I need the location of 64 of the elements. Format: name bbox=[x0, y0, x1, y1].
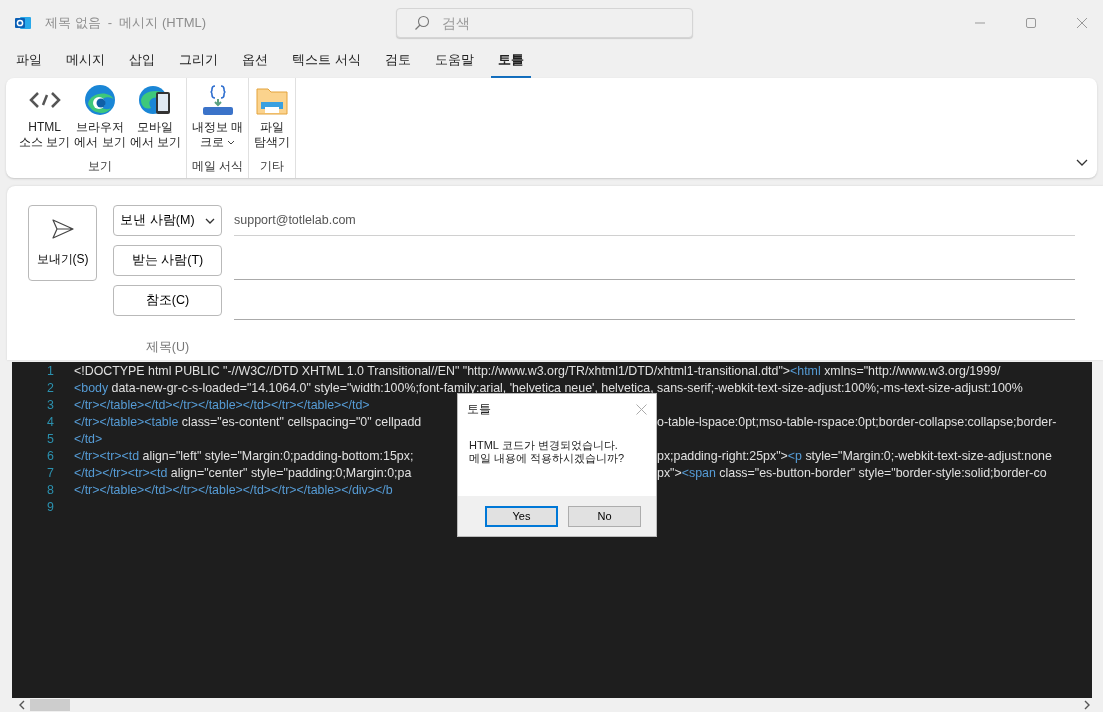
code-text: </tr></table><table class="es-content" cellspacing="0" cellpadd bbox=[74, 414, 423, 431]
dialog-button[interactable]: No bbox=[568, 505, 641, 527]
app-logo-icon bbox=[15, 14, 31, 31]
line-number: 7 bbox=[46, 465, 54, 482]
line-number: 3 bbox=[46, 397, 54, 414]
line-number: 1 bbox=[46, 363, 54, 380]
ribbon-tab[interactable]: 도움말 bbox=[427, 45, 481, 78]
code-editor[interactable] bbox=[12, 362, 1092, 698]
ribbon-button[interactable]: HTML 소스 보기 bbox=[18, 82, 72, 158]
ribbon-tab[interactable]: 파일 bbox=[9, 45, 49, 78]
recipient-button[interactable]: 참조(C) bbox=[113, 285, 222, 316]
code-text: o-table-lspace:0pt;mso-table-rspace:0pt;border-collapse:collapse;border- bbox=[657, 414, 1057, 431]
ribbon-tab[interactable]: 메시지 bbox=[59, 45, 112, 78]
scroll-thumb[interactable] bbox=[30, 699, 70, 711]
ribbon-button[interactable]: 모바일 에서 보기 bbox=[128, 82, 183, 158]
ribbon-tab[interactable]: 검토 bbox=[377, 45, 418, 78]
code-text: px"><span class="es-button-border" style="border-style:solid;border-co bbox=[657, 465, 1047, 482]
line-number: 5 bbox=[46, 431, 54, 448]
line-number: 2 bbox=[46, 380, 54, 397]
ribbon-tab[interactable]: 삽입 bbox=[122, 45, 162, 78]
from-button[interactable]: 보낸 사람(M) bbox=[113, 205, 222, 236]
from-address: support@totlelab.com bbox=[234, 205, 1075, 236]
close-icon[interactable] bbox=[1076, 16, 1088, 29]
chevron-icon bbox=[204, 217, 215, 224]
search-icon bbox=[414, 14, 430, 31]
group-label: 기타 bbox=[260, 158, 285, 175]
code-text: <!DOCTYPE html PUBLIC "-//W3C//DTD XHTML 1.0 Transitional//EN" "http://www.w3.org/TR/xhtml1/DTD/xhtml1-transitional.dtd"><html xmlns="http://www.w3.org/1999/ bbox=[74, 363, 1001, 380]
send-icon bbox=[51, 218, 74, 239]
line-number: 9 bbox=[46, 499, 54, 516]
ribbon-tab[interactable]: 텍스트 서식 bbox=[285, 45, 368, 78]
send-button[interactable]: 보내기(S) bbox=[28, 205, 97, 281]
code-text: px;padding-right:25px"><p style="Margin:0;-webkit-text-size-adjust:none bbox=[657, 448, 1052, 465]
search-field[interactable]: 검색 bbox=[396, 7, 693, 38]
line-number: 6 bbox=[46, 448, 54, 465]
horizontal-scrollbar[interactable] bbox=[18, 698, 1091, 712]
ribbon-tab[interactable]: 그리기 bbox=[172, 45, 225, 78]
code-text: </tr></table></td></tr></table></td></tr></table></td> bbox=[74, 397, 370, 414]
ribbon-tab[interactable]: 옵션 bbox=[235, 45, 275, 78]
window-title: 제목 없음 - 메시지 (HTML) bbox=[45, 13, 208, 32]
ribbon-button[interactable]: 내정보 매 크로 bbox=[191, 82, 245, 158]
dialog-message: HTML 코드가 변경되었습니다. 메일 내용에 적용하시겠습니까? bbox=[469, 439, 626, 465]
code-text: </tr></table></td></tr></table></td></tr></table></div></b bbox=[74, 482, 393, 499]
line-number: 4 bbox=[46, 414, 54, 431]
scroll-left-icon[interactable] bbox=[18, 700, 26, 710]
dialog-button[interactable]: Yes bbox=[485, 505, 558, 527]
group-label: 보기 bbox=[88, 158, 112, 175]
subject-label: 제목(U) bbox=[144, 339, 191, 356]
ribbon-button[interactable]: 브라우저 에서 보기 bbox=[73, 82, 127, 158]
mobile-browser-icon bbox=[139, 84, 172, 116]
maximize-icon[interactable] bbox=[1025, 16, 1037, 29]
scroll-right-icon[interactable] bbox=[1083, 700, 1091, 710]
code-text: <body data-new-gr-c-s-loaded="14.1064.0" style="width:100%;font-family:arial, 'helvetica neue', helvetica, sans-serif;-webkit-text-size-adjust:100%;-ms-text-size-adjust:100% bbox=[74, 380, 1023, 397]
group-label: 메일 서식 bbox=[192, 158, 244, 175]
collapse-ribbon-icon[interactable] bbox=[1076, 159, 1088, 167]
close-icon[interactable] bbox=[636, 404, 647, 415]
recipient-button[interactable]: 받는 사람(T) bbox=[113, 245, 222, 276]
code-text: </td> bbox=[74, 431, 103, 448]
code-text: </td></tr><tr><td align="center" style="padding:0;Margin:0;pa bbox=[74, 465, 413, 482]
dialog-title: 토틀 bbox=[467, 401, 491, 418]
ribbon-button[interactable]: 파일 탐색기 bbox=[253, 82, 292, 158]
code-text: </tr><tr><td align="left" style="Margin:0;padding-bottom:15px; bbox=[74, 448, 415, 465]
line-number: 8 bbox=[46, 482, 54, 499]
browser-icon bbox=[84, 84, 116, 116]
macro-icon bbox=[200, 84, 235, 116]
